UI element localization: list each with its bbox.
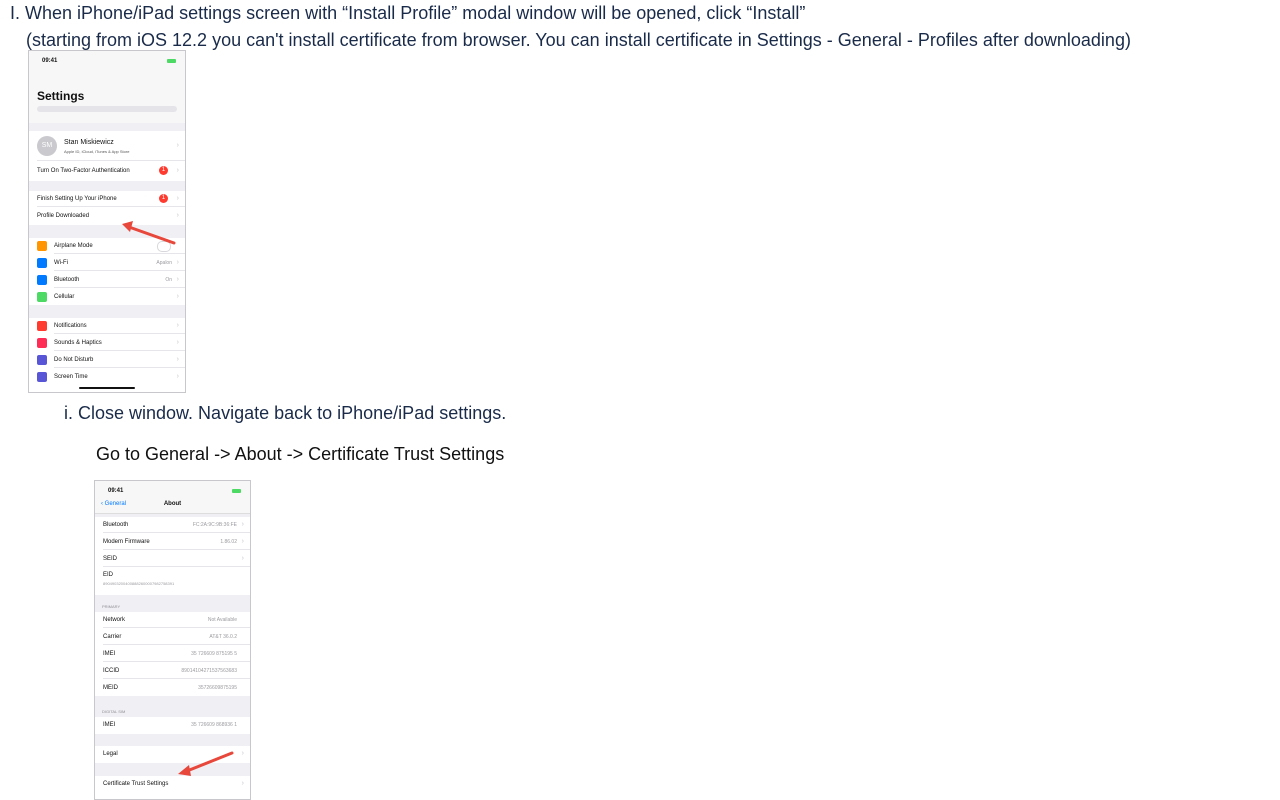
navigation-path: Go to General -> About -> Certificate Tr… <box>96 444 505 464</box>
step-1-instruction: I. When iPhone/iPad settings screen with… <box>10 3 806 23</box>
settings-screenshot: 09:41 Settings SM Stan Miskiewicz Apple … <box>28 50 186 393</box>
red-arrow-icon <box>178 751 234 776</box>
red-arrow-icon <box>122 221 176 245</box>
step-i-instruction: i. Close window. Navigate back to iPhone… <box>64 403 507 423</box>
about-screenshot: 09:41 ‹ General About Bluetooth FC:2A:9C:… <box>94 480 251 800</box>
ios-version-note: (starting from iOS 12.2 you can't instal… <box>26 30 1131 50</box>
